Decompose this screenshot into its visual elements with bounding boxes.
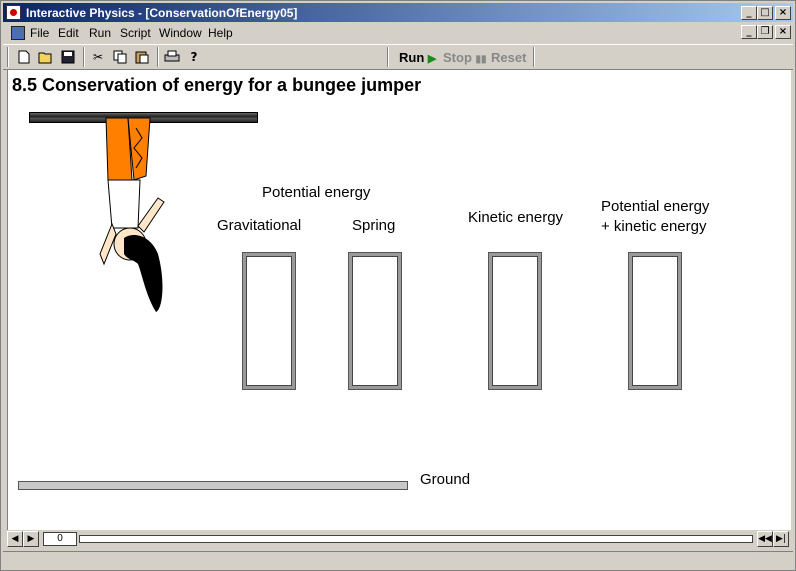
meter-fill-area <box>352 256 398 386</box>
menu-run[interactable]: Run <box>89 26 111 40</box>
menu-script[interactable]: Script <box>120 26 151 40</box>
meter-fill-area <box>492 256 538 386</box>
paste-icon[interactable] <box>133 48 151 66</box>
rewind-button[interactable]: ◀◀ <box>757 531 773 547</box>
document-icon[interactable] <box>11 26 25 40</box>
gravitational-energy-meter[interactable] <box>242 252 296 390</box>
kinetic-energy-meter[interactable] <box>488 252 542 390</box>
new-file-icon[interactable] <box>15 48 33 66</box>
step-forward-button[interactable]: ▶ <box>23 531 39 547</box>
run-label: Run <box>399 50 425 65</box>
toolbar: ✂ ? Run ▶ Stop ▮▮ Reset <box>3 44 793 70</box>
toolbar-separator <box>387 47 389 67</box>
kinetic-energy-label: Kinetic energy <box>468 209 564 226</box>
toolbar-grip <box>7 47 9 67</box>
toolbar-separator <box>533 47 535 67</box>
open-folder-icon[interactable] <box>37 48 55 66</box>
title-bar: Interactive Physics - [ConservationOfEne… <box>3 3 793 22</box>
playback-bar: ◀ ▶ 0 ◀◀ ▶| <box>7 531 791 548</box>
copy-icon[interactable] <box>111 48 129 66</box>
ground-label: Ground <box>420 471 471 488</box>
simulation-canvas[interactable]: 8.5 Conservation of energy for a bungee … <box>7 69 791 530</box>
meter-fill-area <box>632 256 678 386</box>
bungee-jumper-figure[interactable] <box>84 114 184 314</box>
save-icon[interactable] <box>59 48 77 66</box>
doc-minimize-button[interactable]: _ <box>741 25 757 39</box>
reset-button[interactable]: Reset <box>491 50 526 65</box>
spring-energy-meter[interactable] <box>348 252 402 390</box>
total-energy-meter[interactable] <box>628 252 682 390</box>
menu-help[interactable]: Help <box>208 26 233 40</box>
menu-window[interactable]: Window <box>159 26 202 40</box>
tape-track[interactable] <box>79 535 753 543</box>
gravitational-label: Gravitational <box>217 217 302 234</box>
toolbar-separator <box>83 47 85 67</box>
play-icon: ▶ <box>427 53 437 65</box>
potential-energy-label: Potential energy <box>262 184 371 201</box>
stop-label: Stop <box>443 50 472 65</box>
total-energy-label-line2: + kinetic energy <box>601 218 707 235</box>
app-icon <box>6 5 21 20</box>
menu-bar: File Edit Run Script Window Help _ ❐ × <box>3 23 793 43</box>
status-bar <box>3 551 793 569</box>
toolbar-separator <box>157 47 159 67</box>
total-energy-label-line1: Potential energy <box>601 198 710 215</box>
menu-edit[interactable]: Edit <box>58 26 79 40</box>
frame-counter[interactable]: 0 <box>43 532 77 546</box>
meter-fill-area <box>246 256 292 386</box>
pause-icon: ▮▮ <box>475 54 487 65</box>
cut-icon[interactable]: ✂ <box>89 48 107 66</box>
close-button[interactable]: × <box>775 6 791 20</box>
doc-close-button[interactable]: × <box>775 25 791 39</box>
reset-label: Reset <box>491 50 527 65</box>
app-window: Interactive Physics - [ConservationOfEne… <box>0 0 796 571</box>
page-title: 8.5 Conservation of energy for a bungee … <box>12 75 422 95</box>
menu-file[interactable]: File <box>30 26 49 40</box>
doc-restore-button[interactable]: ❐ <box>757 25 773 39</box>
print-icon[interactable] <box>163 48 181 66</box>
help-icon[interactable]: ? <box>185 48 203 66</box>
window-title: Interactive Physics - [ConservationOfEne… <box>26 6 298 20</box>
spring-label: Spring <box>352 217 396 234</box>
maximize-button[interactable]: □ <box>757 6 773 20</box>
scroll-left-button[interactable]: ◀ <box>7 531 23 547</box>
ground-bar[interactable] <box>18 481 408 490</box>
minimize-button[interactable]: _ <box>741 6 757 20</box>
stop-button[interactable]: Stop ▮▮ <box>443 50 487 65</box>
run-button[interactable]: Run ▶ <box>399 50 436 65</box>
end-button[interactable]: ▶| <box>773 531 789 547</box>
